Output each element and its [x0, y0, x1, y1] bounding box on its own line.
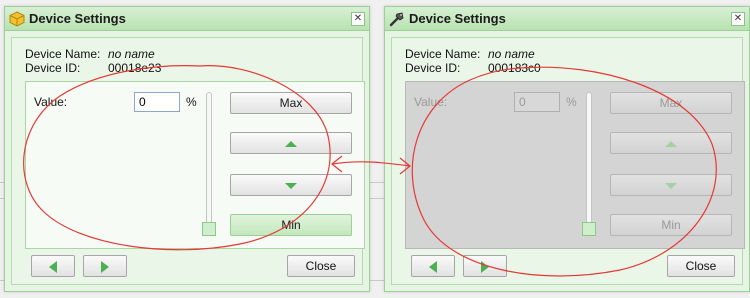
tool-icon: [389, 12, 404, 27]
device-settings-dialog: Device Settings ✕ Device Name: no name D…: [384, 6, 750, 292]
slider-thumb[interactable]: [202, 222, 216, 236]
next-button[interactable]: [83, 255, 127, 277]
close-icon[interactable]: ✕: [351, 12, 365, 26]
decrease-button[interactable]: [230, 174, 352, 196]
unit-label: %: [186, 95, 197, 109]
previous-button[interactable]: [411, 255, 455, 277]
value-slider[interactable]: [206, 92, 212, 236]
dialog-title: Device Settings: [29, 11, 126, 26]
arrow-down-icon: [665, 182, 677, 189]
previous-button[interactable]: [31, 255, 75, 277]
value-group: Value: % Max Min: [25, 81, 365, 249]
device-info: Device Name: no name Device ID: 00018e23: [25, 47, 161, 75]
arrow-up-icon: [285, 140, 297, 147]
arrow-left-icon: [429, 260, 437, 273]
unit-label: %: [566, 95, 577, 109]
value-input[interactable]: [514, 92, 560, 112]
min-button[interactable]: Min: [230, 214, 352, 236]
increase-button[interactable]: [610, 132, 732, 154]
next-button[interactable]: [463, 255, 507, 277]
slider-thumb[interactable]: [582, 222, 596, 236]
max-button[interactable]: Max: [610, 92, 732, 114]
device-name-label: Device Name:: [405, 47, 481, 61]
max-button[interactable]: Max: [230, 92, 352, 114]
value-label: Value:: [414, 95, 448, 109]
value-group: Value: % Max Min: [405, 81, 745, 249]
arrow-right-icon: [481, 260, 489, 273]
dialog-titlebar[interactable]: Device Settings ✕: [385, 7, 749, 31]
value-label: Value:: [34, 95, 68, 109]
device-name-value: no name: [488, 47, 535, 61]
close-button[interactable]: Close: [287, 255, 355, 277]
device-id-label: Device ID:: [25, 61, 81, 75]
device-id-value: 00018e23: [108, 61, 162, 75]
decrease-button[interactable]: [610, 174, 732, 196]
device-id-label: Device ID:: [405, 61, 461, 75]
device-name-label: Device Name:: [25, 47, 101, 61]
value-input[interactable]: [134, 92, 180, 112]
arrow-left-icon: [49, 260, 57, 273]
device-info: Device Name: no name Device ID: 000183c0: [405, 47, 541, 75]
dialog-title: Device Settings: [409, 11, 506, 26]
close-button[interactable]: Close: [667, 255, 735, 277]
min-button[interactable]: Min: [610, 214, 732, 236]
dialog-titlebar[interactable]: Device Settings ✕: [5, 7, 369, 31]
arrow-right-icon: [101, 260, 109, 273]
arrow-up-icon: [665, 140, 677, 147]
device-settings-dialog: Device Settings ✕ Device Name: no name D…: [4, 6, 370, 292]
device-id-value: 000183c0: [488, 61, 541, 75]
cube-icon: [9, 11, 25, 27]
increase-button[interactable]: [230, 132, 352, 154]
arrow-down-icon: [285, 182, 297, 189]
value-slider[interactable]: [586, 92, 592, 236]
close-icon[interactable]: ✕: [731, 12, 745, 26]
device-name-value: no name: [108, 47, 155, 61]
